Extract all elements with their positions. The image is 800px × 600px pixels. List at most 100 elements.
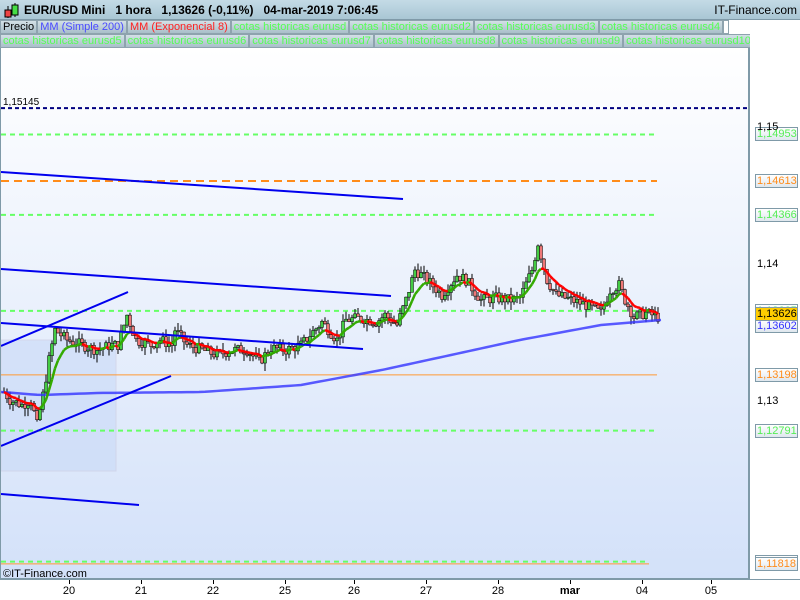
candle-body[interactable] [245, 353, 249, 356]
candle-body[interactable] [536, 245, 540, 261]
candle-body[interactable] [338, 336, 342, 339]
candle-body[interactable] [455, 275, 459, 283]
candle-body[interactable] [317, 327, 321, 330]
candle-body[interactable] [248, 354, 252, 356]
candle-body[interactable] [566, 297, 570, 299]
candle-body[interactable] [425, 272, 429, 284]
trendline[interactable] [1, 493, 140, 506]
candle-body[interactable] [548, 283, 552, 290]
candle-body[interactable] [356, 313, 360, 317]
candle-body[interactable] [593, 304, 597, 307]
candle-body[interactable] [278, 343, 282, 349]
candle-body[interactable] [434, 286, 438, 293]
candle-body[interactable] [527, 273, 531, 283]
candle-body[interactable] [227, 353, 231, 357]
candle-body[interactable] [551, 289, 555, 291]
candle-body[interactable] [194, 347, 198, 354]
candle-body[interactable] [95, 350, 99, 355]
candle-body[interactable] [395, 322, 399, 326]
candle-body[interactable] [8, 398, 12, 405]
candle-body[interactable] [404, 296, 408, 307]
candle-body[interactable] [122, 324, 126, 332]
candle-body[interactable] [452, 281, 456, 287]
candle-body[interactable] [347, 318, 351, 322]
candle-body[interactable] [188, 342, 192, 345]
candle-body[interactable] [152, 346, 156, 349]
candle-body[interactable] [224, 353, 228, 357]
candle-body[interactable] [473, 290, 477, 297]
candle-body[interactable] [578, 298, 582, 305]
candle-body[interactable] [383, 312, 387, 319]
candle-body[interactable] [560, 292, 564, 297]
candle-body[interactable] [215, 350, 219, 358]
candle-body[interactable] [614, 290, 618, 294]
candle-body[interactable] [143, 340, 147, 348]
candle-body[interactable] [458, 275, 462, 281]
candle-body[interactable] [20, 404, 24, 407]
candle-body[interactable] [617, 280, 621, 292]
legend-item[interactable]: MM (Simple 200) [37, 20, 127, 34]
candle-body[interactable] [446, 292, 450, 296]
candle-body[interactable] [632, 316, 636, 319]
candle-body[interactable] [59, 332, 63, 337]
candle-body[interactable] [71, 341, 75, 346]
candle-body[interactable] [305, 337, 309, 342]
candle-body[interactable] [311, 330, 315, 337]
candle-body[interactable] [611, 293, 615, 295]
candle-body[interactable] [596, 304, 600, 309]
candle-body[interactable] [353, 313, 357, 318]
candle-body[interactable] [581, 301, 585, 305]
candle-body[interactable] [386, 312, 390, 319]
candle-body[interactable] [275, 344, 279, 349]
candle-body[interactable] [626, 303, 630, 308]
candle-body[interactable] [524, 281, 528, 289]
candle-body[interactable] [47, 355, 51, 383]
candle-body[interactable] [263, 352, 267, 364]
candle-body[interactable] [236, 345, 240, 348]
candle-body[interactable] [290, 346, 294, 348]
candle-body[interactable] [422, 272, 426, 274]
candle-body[interactable] [644, 311, 648, 319]
candle-body[interactable] [539, 245, 543, 260]
candle-body[interactable] [371, 324, 375, 327]
legend-item[interactable]: cotas historicas eurusd5 [0, 34, 125, 48]
candle-body[interactable] [476, 295, 480, 301]
trendline[interactable] [1, 171, 404, 200]
candle-body[interactable] [443, 295, 447, 300]
candle-body[interactable] [11, 401, 15, 405]
candle-body[interactable] [440, 290, 444, 300]
candle-body[interactable] [335, 337, 339, 342]
candle-body[interactable] [584, 301, 588, 310]
brand-link[interactable]: IT-Finance.com [714, 3, 797, 17]
candle-body[interactable] [299, 340, 303, 344]
candle-body[interactable] [62, 332, 66, 337]
candle-body[interactable] [332, 337, 336, 342]
candle-body[interactable] [113, 341, 117, 344]
candle-body[interactable] [56, 328, 60, 334]
legend-item[interactable]: cotas historicas eurusd2 [349, 20, 474, 34]
candle-body[interactable] [314, 328, 318, 331]
candle-body[interactable] [533, 260, 537, 271]
time-axis[interactable]: 20 21 22 25 26 27 28 mar 04 05 [0, 579, 800, 600]
candle-body[interactable] [44, 381, 48, 393]
candle-body[interactable] [173, 330, 177, 346]
legend-item[interactable]: cotas historicas eurusd9 [498, 34, 624, 48]
candle-body[interactable] [185, 341, 189, 345]
candle-body[interactable] [68, 339, 72, 342]
legend-item[interactable]: cotas historicas eurusd6 [124, 34, 250, 48]
candle-body[interactable] [125, 314, 129, 326]
candle-body[interactable] [53, 328, 57, 345]
candle-body[interactable] [413, 269, 417, 278]
candle-body[interactable] [50, 343, 54, 356]
candle-body[interactable] [401, 305, 405, 314]
candle-body[interactable] [65, 332, 69, 341]
candle-body[interactable] [482, 294, 486, 300]
candle-body[interactable] [86, 349, 90, 352]
legend-item[interactable]: cotas historicas eurusd10 [623, 34, 750, 48]
candle-body[interactable] [416, 269, 420, 278]
candle-body[interactable] [26, 405, 30, 409]
candle-body[interactable] [569, 296, 573, 299]
candle-body[interactable] [329, 334, 333, 339]
candle-body[interactable] [530, 270, 534, 275]
trendline[interactable] [1, 268, 392, 297]
